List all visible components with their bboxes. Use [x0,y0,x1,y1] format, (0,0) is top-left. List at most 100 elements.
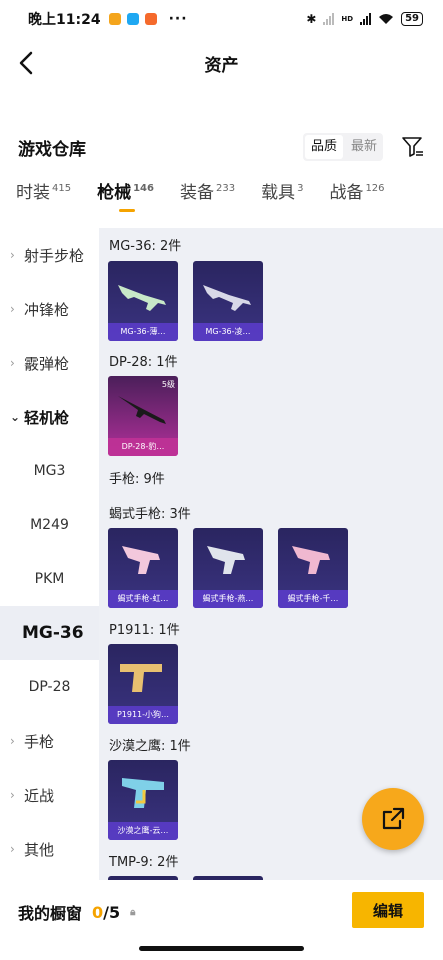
group-label-dp28: DP-28: 1件 [109,355,178,370]
tab-label: 装备 [179,183,214,203]
pistol-icon [122,546,160,574]
chevron-right-icon: › [10,788,15,802]
weapon-name: 沙漠之鹰-云… [108,822,178,840]
app-notification-icon [144,13,157,25]
showcase-total: /5 [103,902,121,922]
weapon-list[interactable]: MG-36: 2件 MG-36-薄… MG-36-凌… DP-28: 1件 5级… [99,228,443,880]
sidebar-item-lmg[interactable]: ⌄ 轻机枪 [0,390,99,444]
status-time: 晚上11:24 [28,12,101,28]
sidebar-item-smg[interactable]: › 冲锋枪 [0,282,99,336]
sidebar-item-label: 霰弹枪 [24,354,70,373]
sidebar-sub-pkm[interactable]: PKM [0,552,99,606]
weapon-card[interactable]: 蝎式手枪-虹… [108,528,178,608]
weapon-card[interactable]: 蝎式手枪-燕… [193,528,263,608]
chevron-right-icon: › [10,734,15,748]
sidebar-sub-dp28[interactable]: DP-28 [0,660,99,714]
lock-icon: 🔒︎ [130,906,136,918]
sidebar-item-label: 手枪 [24,732,55,751]
back-arrow-icon[interactable] [16,50,38,76]
sidebar-sub-m249[interactable]: M249 [0,498,99,552]
tab-label: 战备 [329,183,364,203]
weapon-name: MG-36-薄… [108,323,178,341]
tab-vehicles[interactable]: 载具 3 [261,178,303,203]
tab-label: 时装 [16,183,50,203]
sidebar-item-other[interactable]: › 其他 [0,822,99,876]
tab-count: 3 [297,183,304,195]
group-label-deagle: 沙漠之鹰: 1件 [109,739,191,754]
weapon-name: 蝎式手枪-虹… [108,590,178,608]
sidebar-sub-mg3[interactable]: MG3 [0,444,99,498]
chevron-right-icon: › [10,842,15,856]
tab-label: 枪械 [97,183,132,203]
sidebar-item-melee[interactable]: › 近战 [0,768,99,822]
status-bar: 晚上11:24 ··· ✱ HD 59 [0,0,443,38]
chevron-right-icon: › [10,302,15,316]
rifle-icon [203,285,251,311]
filter-icon[interactable] [401,135,425,159]
group-label-tmp9: TMP-9: 2件 [109,855,179,870]
sidebar-item-label: 射手步枪 [24,246,85,265]
sidebar-item-marksman-rifle[interactable]: › 射手步枪 [0,228,99,282]
showcase-footer: 我的橱窗 0/5 🔒︎ 编辑 [0,880,443,960]
home-indicator[interactable] [139,946,304,951]
battery-icon: 59 [401,12,423,26]
weapon-card[interactable]: P1911-小狗… [108,644,178,724]
weapon-card[interactable]: MG-36-薄… [108,261,178,341]
more-notifications-icon: ··· [168,11,188,27]
showcase-current: 0 [92,902,104,922]
tab-count: 233 [215,183,236,195]
rifle-icon [118,396,166,424]
tab-supplies[interactable]: 战备 126 [329,178,384,203]
signal-icon [323,13,335,25]
weapon-name: MG-36-凌… [193,323,263,341]
rifle-icon [118,285,166,311]
section-title: 游戏仓库 [18,139,86,160]
showcase-count: 0/5 [92,903,120,922]
pistol-icon [292,546,330,574]
tab-equipment[interactable]: 装备 233 [180,178,235,203]
sidebar-item-label: 其他 [24,840,55,859]
weapon-card[interactable]: 沙漠之鹰-云… [108,760,178,840]
sidebar-item-label: 冲锋枪 [24,300,70,319]
sort-latest-button[interactable]: 最新 [345,133,383,161]
weapon-name: 蝎式手枪-燕… [193,590,263,608]
pistol-icon [122,778,164,808]
wifi-icon [379,14,394,24]
sidebar-item-shotgun[interactable]: › 霰弹枪 [0,336,99,390]
showcase-label: 我的橱窗 0/5 🔒︎ [18,900,135,924]
edit-button[interactable]: 编辑 [352,892,424,928]
sidebar-item-label: 轻机枪 [24,408,70,427]
sidebar-item-pistol[interactable]: › 手枪 [0,714,99,768]
chevron-right-icon: › [10,248,15,262]
pistol-icon [207,546,245,574]
tab-count: 146 [133,183,154,195]
share-button[interactable] [362,788,424,850]
weapon-card[interactable]: MG-36-凌… [193,261,263,341]
pistol-icon [120,664,162,692]
weapon-name: DP-28-豹… [108,438,178,456]
weapon-name: 蝎式手枪-千… [278,590,348,608]
group-label-scorpion: 蝎式手枪: 3件 [109,507,191,522]
weapon-card[interactable]: 蝎式手枪-千… [278,528,348,608]
group-label-mg36: MG-36: 2件 [109,239,182,254]
tab-count: 126 [365,183,385,195]
group-label-p1911: P1911: 1件 [109,623,180,638]
group-label-pistol: 手枪: 9件 [109,472,165,487]
hd-badge: HD [341,15,354,23]
weapon-name: P1911-小狗… [108,706,178,724]
sidebar-sub-mg36[interactable]: MG-36 [0,606,99,660]
page-title: 资产 [204,55,239,76]
signal-icon [360,13,372,25]
external-link-icon [382,807,405,830]
sort-quality-button[interactable]: 品质 [304,135,343,159]
top-nav-bar: 资产 [0,38,443,88]
tab-weapons[interactable]: 枪械 146 [97,178,154,212]
chevron-down-icon: ⌄ [10,410,21,424]
showcase-title: 我的橱窗 [18,904,83,923]
tab-count: 415 [52,183,72,195]
weapon-card[interactable]: 5级 DP-28-豹… [108,376,178,456]
sort-toggle: 品质 最新 [302,133,383,161]
bluetooth-icon: ✱ [306,12,317,26]
tab-fashion[interactable]: 时装 415 [16,178,71,203]
app-notification-icon [126,13,139,25]
